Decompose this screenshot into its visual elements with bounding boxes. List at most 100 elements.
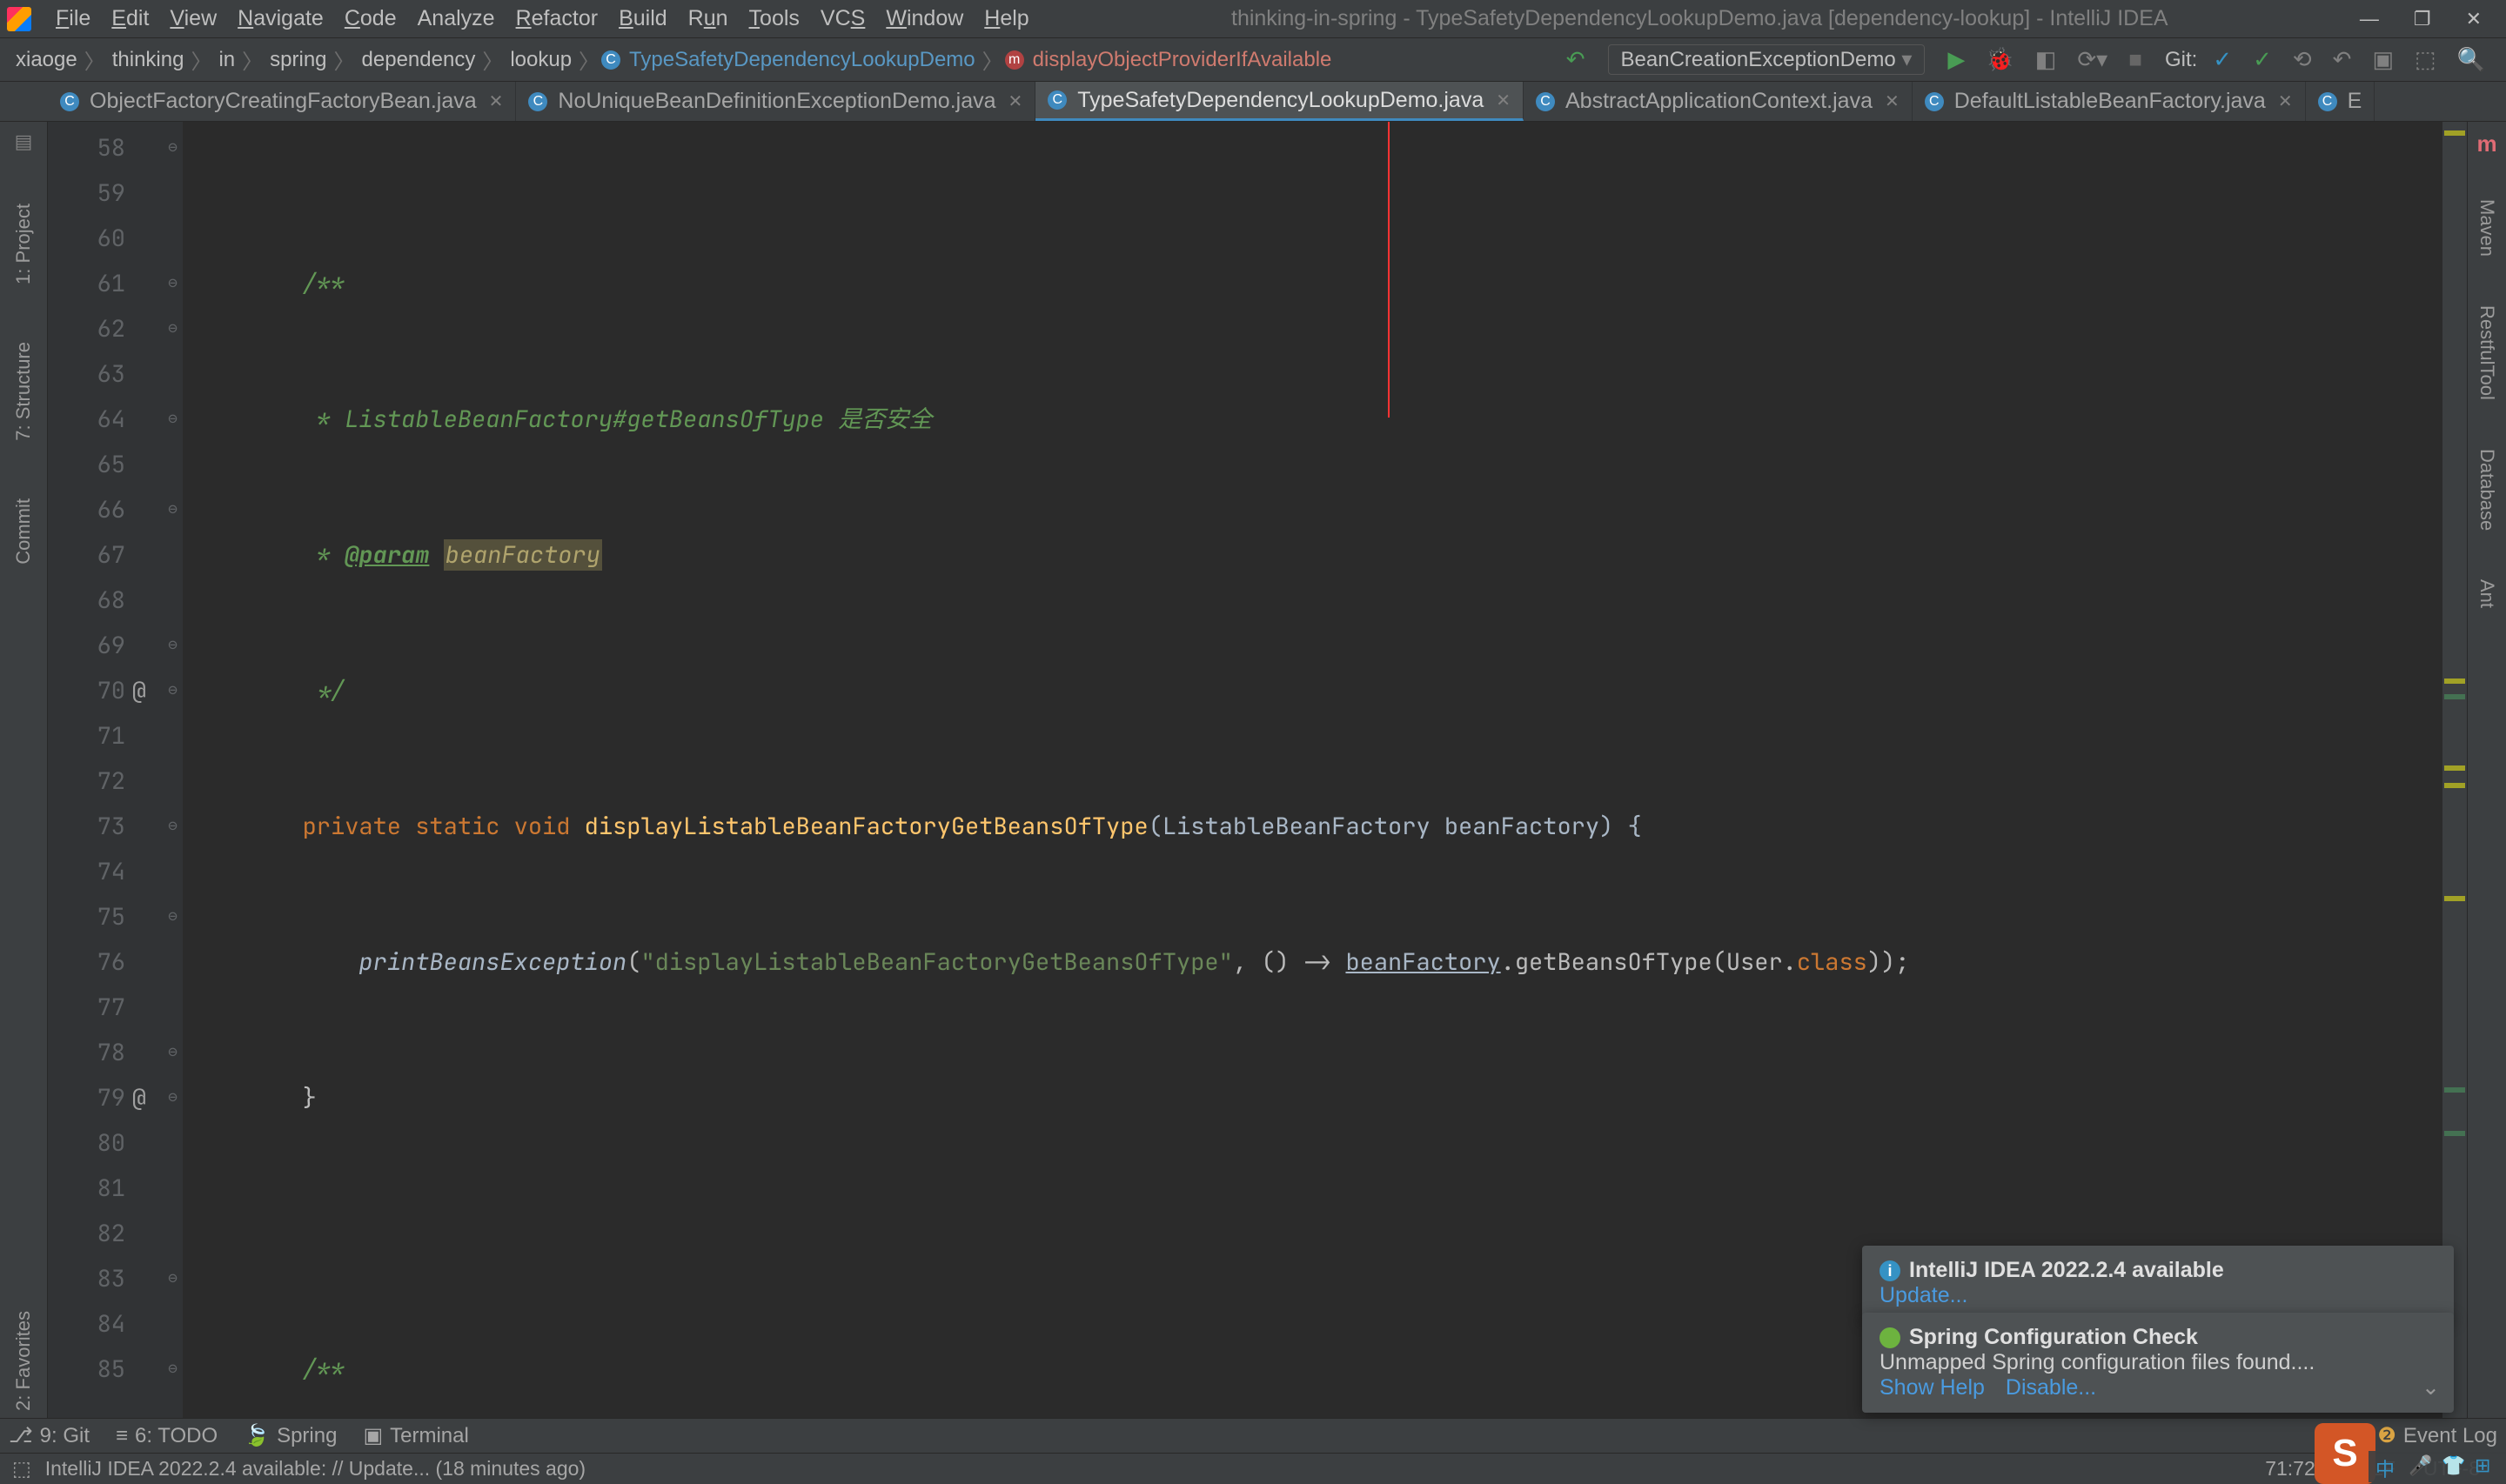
search-icon[interactable]: 🔍 [2447,46,2496,73]
status-icon[interactable]: ⬚ [12,1457,31,1481]
tool-ant[interactable]: Ant [2476,572,2498,615]
menu-view[interactable]: View [159,3,227,35]
menu-edit[interactable]: Edit [101,3,159,35]
show-help-link[interactable]: Show Help [1880,1375,1985,1400]
debug-button[interactable]: 🐞 [1975,46,2024,73]
close-icon[interactable]: ✕ [1496,90,1511,111]
tool-favorites[interactable]: 2: Favorites [12,1304,35,1418]
breadcrumb[interactable]: dependency [357,48,481,72]
tool-terminal[interactable]: ▣ Terminal [363,1423,468,1448]
nav-toolbar: xiaoge〉 thinking〉 in〉 spring〉 dependency… [0,38,2506,82]
close-icon[interactable]: ✕ [1008,90,1023,112]
breadcrumb[interactable]: thinking [107,48,190,72]
update-link[interactable]: Update... [1880,1283,1967,1307]
breadcrumb[interactable]: in [213,48,240,72]
close-icon[interactable]: ✕ [2278,90,2293,112]
tab[interactable]: CDefaultListableBeanFactory.java✕ [1913,82,2306,121]
menu-navigate[interactable]: Navigate [227,3,334,35]
tool-structure[interactable]: 7: Structure [12,335,35,448]
method-icon: m [1005,50,1024,70]
project-icon[interactable]: ▤ [15,130,33,153]
class-icon: C [528,92,547,111]
ide-button[interactable]: ▣ [2362,46,2404,73]
menu-build[interactable]: Build [608,3,678,35]
left-toolwindow-bar: ▤ 1: Project 7: Structure Commit 2: Favo… [0,122,48,1418]
tray-icons: 中 🎤 👕 ⊞ [2369,1451,2506,1482]
tool-git[interactable]: ⎇ 9: Git [9,1423,90,1448]
menu-run[interactable]: Run [678,3,739,35]
chevron-down-icon[interactable]: ⌄ [2422,1374,2440,1400]
coverage-button[interactable]: ◧ [2025,46,2067,73]
tray-icon[interactable]: 🎤 [2409,1454,2433,1479]
breadcrumb-class[interactable]: TypeSafetyDependencyLookupDemo [624,48,981,72]
code-editor[interactable]: /** * ListableBeanFactory#getBeansOfType… [183,122,2442,1418]
git-commit-icon[interactable]: ✓ [2242,46,2282,73]
menu-window[interactable]: Window [875,3,974,35]
class-icon: C [1925,92,1944,111]
event-log[interactable]: ❷ Event Log [2377,1423,2497,1448]
notification-spring[interactable]: Spring Configuration Check Unmapped Spri… [1862,1313,2454,1413]
status-message[interactable]: IntelliJ IDEA 2022.2.4 available: // Upd… [31,1457,600,1481]
status-bar: ⬚ IntelliJ IDEA 2022.2.4 available: // U… [0,1453,2506,1484]
tool-spring[interactable]: 🍃 Spring [244,1423,337,1448]
menu-code[interactable]: Code [334,3,407,35]
tool-database[interactable]: Database [2476,442,2498,538]
menu-tools[interactable]: Tools [739,3,810,35]
bottom-toolwindow-bar: ⎇ 9: Git ≡ 6: TODO 🍃 Spring ▣ Terminal ❷… [0,1418,2506,1453]
menu-help[interactable]: Help [974,3,1039,35]
git-history-icon[interactable]: ⟲ [2282,46,2322,73]
tray-icon[interactable]: 中 [2375,1454,2400,1479]
ime-indicator[interactable]: S [2315,1423,2375,1484]
tool-maven[interactable]: Maven [2476,192,2498,264]
git-update-icon[interactable]: ✓ [2202,46,2242,73]
git-revert-icon[interactable]: ↶ [2322,46,2362,73]
tab[interactable]: CObjectFactoryCreatingFactoryBean.java✕ [48,82,516,121]
tray-icon[interactable]: 👕 [2442,1454,2466,1479]
breadcrumb[interactable]: spring [265,48,332,72]
info-icon: i [1880,1260,1900,1281]
maven-m-icon: m [2476,130,2496,157]
close-icon[interactable]: ✕ [489,90,504,112]
minimize-button[interactable]: ― [2360,8,2379,30]
tray-icon[interactable]: ⊞ [2475,1454,2499,1479]
profiler-button[interactable]: ⟳▾ [2067,46,2118,73]
tab[interactable]: CNoUniqueBeanDefinitionExceptionDemo.jav… [516,82,1035,121]
settings-icon[interactable]: ⬚ [2404,46,2447,73]
annotation-icon: @ [132,668,146,713]
tab-active[interactable]: CTypeSafetyDependencyLookupDemo.java✕ [1035,82,1524,121]
run-button[interactable]: ▶ [1937,46,1975,73]
gutter[interactable]: 58⊖ 59 60 61⊖ 62⊖ 63 64⊖ 65 66⊖ 67 68 69… [48,122,183,1418]
menu-file[interactable]: File [45,3,101,35]
git-label: Git: [2153,48,2202,72]
maximize-button[interactable]: ❐ [2414,8,2431,30]
close-icon[interactable]: ✕ [1885,90,1900,112]
tab[interactable]: CAbstractApplicationContext.java✕ [1524,82,1913,121]
menu-refactor[interactable]: Refactor [506,3,609,35]
right-toolwindow-bar: m Maven RestfulTool Database Ant [2467,122,2506,1418]
class-icon: C [60,92,79,111]
notification-update[interactable]: iIntelliJ IDEA 2022.2.4 available Update… [1862,1246,2454,1320]
annotation-icon: @ [132,1075,146,1120]
breadcrumb-method[interactable]: displayObjectProviderIfAvailable [1028,48,1337,72]
tool-project[interactable]: 1: Project [12,197,35,291]
tab[interactable]: CE [2306,82,2375,121]
menu-bar: File Edit View Navigate Code Analyze Ref… [0,0,2506,38]
editor-scrollbar[interactable] [2442,122,2467,1418]
menu-vcs[interactable]: VCS [810,3,875,35]
tool-commit[interactable]: Commit [12,491,35,572]
close-button[interactable]: ✕ [2466,8,2482,30]
breadcrumb[interactable]: xiaoge [10,48,83,72]
stop-button[interactable]: ■ [2118,46,2153,73]
spring-icon [1880,1327,1900,1348]
tool-todo[interactable]: ≡ 6: TODO [116,1424,218,1448]
right-margin-line [1388,122,1390,418]
class-icon: C [1048,90,1067,110]
menu-analyze[interactable]: Analyze [407,3,506,35]
run-config-selector[interactable]: BeanCreationExceptionDemo [1608,44,1926,75]
tool-restful[interactable]: RestfulTool [2476,298,2498,407]
class-icon: C [2318,92,2337,111]
app-logo [7,7,31,31]
disable-link[interactable]: Disable... [2006,1375,2096,1400]
breadcrumb[interactable]: lookup [505,48,577,72]
back-icon[interactable]: ↶ [1556,46,1596,73]
